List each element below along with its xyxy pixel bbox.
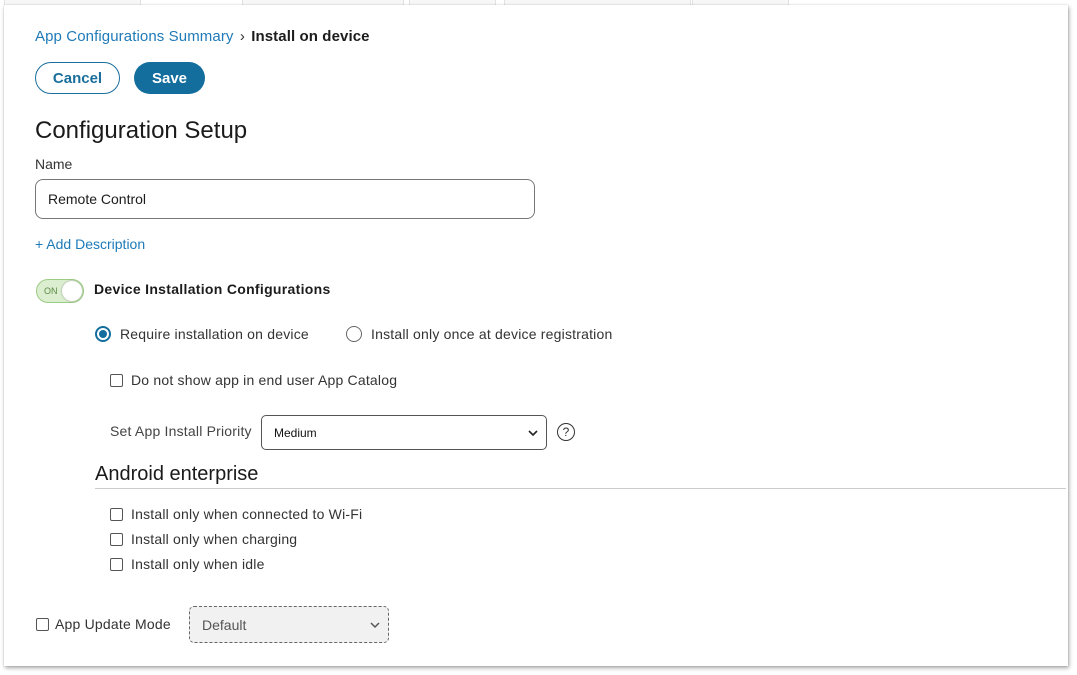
checkbox-box <box>36 617 49 631</box>
page-title: Configuration Setup <box>35 117 248 144</box>
name-label: Name <box>35 156 73 172</box>
checkbox-box <box>110 507 123 521</box>
breadcrumb-separator: › <box>239 28 245 45</box>
radio-unselected-icon <box>346 326 362 342</box>
install-priority-value: Medium <box>274 425 317 440</box>
chevron-down-icon <box>528 429 538 436</box>
radio-label: Require installation on device <box>120 326 309 342</box>
install-priority-select[interactable]: Medium <box>261 415 547 450</box>
app-update-mode-select[interactable]: Default <box>189 606 389 643</box>
checkbox-box <box>110 532 123 546</box>
radio-install-once[interactable]: Install only once at device registration <box>346 326 612 342</box>
hide-in-catalog-checkbox[interactable]: Do not show app in end user App Catalog <box>110 372 397 388</box>
toggle-state-text: ON <box>44 286 58 296</box>
app-update-mode-value: Default <box>202 616 247 633</box>
checkbox-box <box>110 373 123 387</box>
checkbox-label: Install only when idle <box>131 556 265 572</box>
cancel-button[interactable]: Cancel <box>35 62 120 94</box>
checkbox-label: App Update Mode <box>55 616 171 632</box>
charging-only-checkbox[interactable]: Install only when charging <box>110 531 297 547</box>
save-button[interactable]: Save <box>134 62 205 94</box>
radio-require-installation[interactable]: Require installation on device <box>95 326 309 342</box>
checkbox-label: Do not show app in end user App Catalog <box>131 372 398 388</box>
android-enterprise-heading: Android enterprise <box>95 463 259 485</box>
checkbox-label: Install only when connected to Wi-Fi <box>131 506 363 522</box>
help-icon[interactable]: ? <box>557 423 575 441</box>
breadcrumb-current: Install on device <box>251 28 370 45</box>
add-description-link[interactable]: + Add Description <box>35 236 145 252</box>
idle-only-checkbox[interactable]: Install only when idle <box>110 556 265 572</box>
install-priority-label: Set App Install Priority <box>110 423 252 439</box>
radio-selected-icon <box>95 326 111 342</box>
device-installation-title: Device Installation Configurations <box>94 281 331 297</box>
toggle-knob <box>62 281 82 301</box>
breadcrumb: App Configurations Summary › Install on … <box>35 28 370 45</box>
wifi-only-checkbox[interactable]: Install only when connected to Wi-Fi <box>110 506 362 522</box>
device-installation-toggle[interactable]: ON <box>36 279 84 303</box>
section-divider <box>95 488 1066 489</box>
chevron-down-icon <box>370 621 380 628</box>
checkbox-box <box>110 557 123 571</box>
app-update-mode-checkbox[interactable]: App Update Mode <box>36 616 171 632</box>
radio-label: Install only once at device registration <box>371 326 613 342</box>
breadcrumb-link-app-configurations[interactable]: App Configurations Summary <box>35 28 234 45</box>
name-input[interactable] <box>35 179 535 219</box>
checkbox-label: Install only when charging <box>131 531 298 547</box>
